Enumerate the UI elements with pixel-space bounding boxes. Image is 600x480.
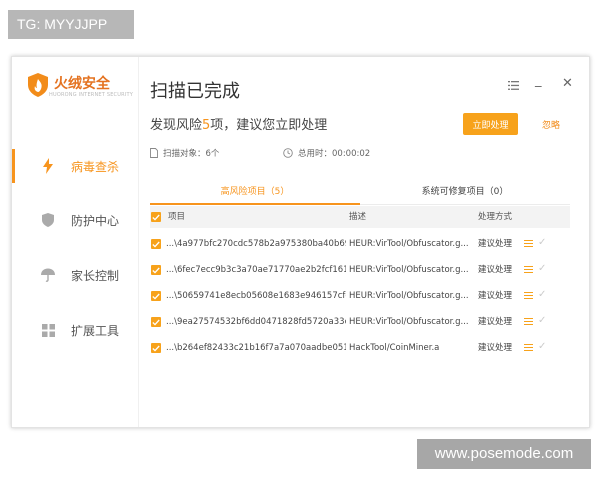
app-logo: 火绒安全 HUORONG INTERNET SECURITY [27, 72, 133, 102]
sidebar-item-parental-control[interactable]: 家长控制 [12, 256, 138, 294]
row-item-path: ...\9ea27574532bf6dd0471828fd5720a33c [166, 317, 346, 327]
grid-icon [40, 322, 56, 338]
row-trust-check-icon[interactable]: ✓ [538, 341, 546, 352]
row-item-path: ...\4a977bfc270cdc578b2a975380ba40b69 [166, 239, 346, 249]
checkmark-icon [152, 267, 160, 274]
minimize-button[interactable]: _ [535, 73, 542, 88]
row-description: HEUR:VirTool/Obfuscator.g... [349, 239, 469, 249]
row-action: 建议处理 [478, 265, 513, 275]
row-description: HEUR:VirTool/Obfuscator.g... [349, 291, 469, 301]
sidebar-item-virus-scan[interactable]: 病毒查杀 [12, 147, 138, 185]
ignore-link[interactable]: 忽略 [542, 118, 560, 131]
row-item-path: ...\b264ef82433c21b16f7a7a070aadbe051 [166, 343, 346, 353]
risk-summary-suffix: 项，建议您立即处理 [210, 118, 328, 133]
row-options-icon[interactable] [524, 292, 533, 300]
row-action: 建议处理 [478, 317, 513, 327]
total-time-stat: 总用时：00:00:02 [283, 147, 370, 159]
table-row[interactable]: ...\6fec7ecc9b3c3a70ae71770ae2b2fcf161 H… [150, 257, 570, 283]
table-header: 项目 描述 处理方式 [150, 206, 570, 228]
select-all-checkbox[interactable] [151, 212, 161, 222]
app-window: 火绒安全 HUORONG INTERNET SECURITY 病毒查杀 防护中心… [11, 56, 590, 428]
tab-system-repair[interactable]: 系统可修复项目（0） [360, 180, 570, 204]
umbrella-icon [40, 267, 56, 283]
table-row[interactable]: ...\50659741e8ecb05608e1683e946157cfc HE… [150, 283, 570, 309]
sidebar-item-label: 病毒查杀 [71, 159, 120, 174]
row-checkbox[interactable] [151, 343, 161, 353]
checkmark-icon [152, 345, 160, 352]
main-panel: _ ✕ 扫描已完成 发现风险5项，建议您立即处理 立即处理 忽略 扫描对象：6个… [150, 57, 589, 427]
column-header-item: 项目 [168, 212, 186, 222]
row-checkbox[interactable] [151, 265, 161, 275]
sidebar-item-label: 家长控制 [71, 268, 120, 283]
risk-summary: 发现风险5项，建议您立即处理 [150, 114, 327, 133]
table-row[interactable]: ...\9ea27574532bf6dd0471828fd5720a33c HE… [150, 309, 570, 335]
total-time-text: 总用时：00:00:02 [298, 149, 371, 159]
column-header-action: 处理方式 [478, 212, 513, 222]
row-checkbox[interactable] [151, 291, 161, 301]
watermark-top: TG: MYYJJPP [8, 10, 134, 39]
column-header-description: 描述 [349, 212, 367, 222]
row-trust-check-icon[interactable]: ✓ [538, 237, 546, 248]
logo-name: 火绒安全 [54, 75, 110, 92]
watermark-bottom: www.posemode.com [417, 439, 591, 469]
row-options-icon[interactable] [524, 318, 533, 326]
checkmark-icon [152, 214, 160, 221]
row-trust-check-icon[interactable]: ✓ [538, 315, 546, 326]
row-action: 建议处理 [478, 291, 513, 301]
checkmark-icon [152, 241, 160, 248]
scan-objects-stat: 扫描对象：6个 [150, 147, 219, 159]
handle-now-button[interactable]: 立即处理 [463, 113, 518, 135]
sidebar-item-label: 扩展工具 [71, 323, 120, 338]
row-options-icon[interactable] [524, 344, 533, 352]
page-title: 扫描已完成 [150, 81, 240, 102]
sidebar-item-protection[interactable]: 防护中心 [12, 201, 138, 239]
menu-icon[interactable] [508, 79, 519, 94]
checkmark-icon [152, 319, 160, 326]
table-row[interactable]: ...\b264ef82433c21b16f7a7a070aadbe051 Ha… [150, 335, 570, 361]
row-action: 建议处理 [478, 239, 513, 249]
row-options-icon[interactable] [524, 240, 533, 248]
lightning-icon [40, 158, 56, 174]
row-trust-check-icon[interactable]: ✓ [538, 263, 546, 274]
sidebar: 火绒安全 HUORONG INTERNET SECURITY 病毒查杀 防护中心… [12, 57, 139, 427]
row-checkbox[interactable] [151, 239, 161, 249]
clock-icon [283, 148, 293, 158]
row-description: HEUR:VirTool/Obfuscator.g... [349, 317, 469, 327]
close-button[interactable]: ✕ [562, 76, 573, 91]
row-description: HEUR:VirTool/Obfuscator.g... [349, 265, 469, 275]
sidebar-item-label: 防护中心 [71, 213, 120, 228]
row-description: HackTool/CoinMiner.a [349, 343, 440, 353]
document-icon [150, 148, 158, 158]
tab-high-risk[interactable]: 高风险项目（5） [150, 180, 360, 205]
table-row[interactable]: ...\4a977bfc270cdc578b2a975380ba40b69 HE… [150, 231, 570, 257]
flame-shield-icon [27, 72, 49, 102]
scan-objects-text: 扫描对象：6个 [163, 149, 220, 159]
result-tabs: 高风险项目（5） 系统可修复项目（0） [150, 180, 570, 205]
row-item-path: ...\6fec7ecc9b3c3a70ae71770ae2b2fcf161 [166, 265, 346, 275]
shield-icon [40, 212, 56, 228]
logo-subtitle: HUORONG INTERNET SECURITY [49, 91, 133, 98]
row-action: 建议处理 [478, 343, 513, 353]
sidebar-item-extensions[interactable]: 扩展工具 [12, 311, 138, 349]
row-item-path: ...\50659741e8ecb05608e1683e946157cfc [166, 291, 346, 301]
risk-summary-prefix: 发现风险 [150, 118, 203, 133]
row-checkbox[interactable] [151, 317, 161, 327]
row-options-icon[interactable] [524, 266, 533, 274]
row-trust-check-icon[interactable]: ✓ [538, 289, 546, 300]
checkmark-icon [152, 293, 160, 300]
